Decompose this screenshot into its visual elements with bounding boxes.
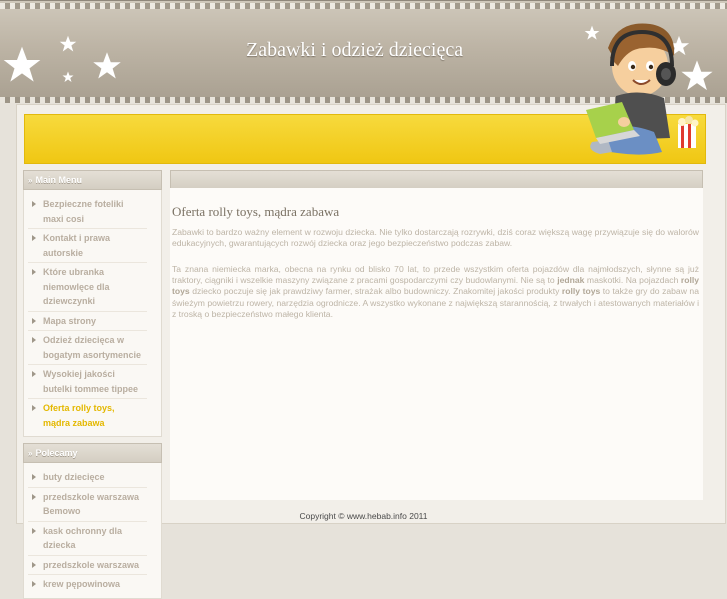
copyright: Copyright © www.hebab.info 2011	[299, 511, 428, 521]
article-paragraph-1: Zabawki to bardzo ważny element w rozwoj…	[172, 227, 699, 249]
menu-item-kontakt[interactable]: Kontakt i prawa autorskie	[28, 229, 147, 263]
arrow-right-icon	[32, 527, 36, 534]
arrow-right-icon	[32, 561, 36, 568]
polecamy-header: » Polecamy	[23, 443, 162, 463]
menu-item-odziez[interactable]: Odzież dziecięca w bogatym asortymencie	[28, 331, 147, 365]
arrow-right-icon	[32, 474, 36, 480]
link-kask-ochronny[interactable]: kask ochronny dla dziecka	[28, 522, 147, 556]
link-buty-dzieciece[interactable]: buty dziecięce	[28, 468, 147, 488]
menu-item-mapa-strony[interactable]: Mapa strony	[28, 312, 147, 331]
star-icon	[92, 51, 122, 81]
menu-item-rolly-toys[interactable]: Oferta rolly toys, mądra zabawa	[28, 399, 147, 432]
arrow-right-icon	[32, 337, 36, 343]
main-menu-list: Bezpieczne foteliki maxi cosi Kontakt i …	[23, 190, 162, 437]
menu-item-butelki[interactable]: Wysokiej jakości butelki tommee tippee	[28, 365, 147, 399]
article-paragraph-2: Ta znana niemiecka marka, obecna na rynk…	[172, 264, 699, 319]
boy-with-laptop-mascot	[578, 18, 708, 163]
arrow-right-icon	[32, 405, 36, 411]
arrow-right-icon	[32, 201, 36, 207]
film-strip-top	[0, 3, 727, 9]
polecamy-title: Polecamy	[35, 448, 78, 458]
article-title: Oferta rolly toys, mądra zabawa	[172, 204, 340, 219]
double-arrow-icon: »	[28, 176, 33, 185]
article: Oferta rolly toys, mądra zabawa Zabawki …	[170, 188, 703, 500]
main-menu-box: » Main Menu Bezpieczne foteliki maxi cosi…	[23, 170, 162, 437]
arrow-right-icon	[32, 317, 36, 324]
arrow-right-icon	[32, 269, 36, 275]
link-krew-pepowinowa[interactable]: krew pępowinowa	[28, 575, 147, 594]
arrow-right-icon	[32, 493, 36, 500]
star-icon	[62, 71, 74, 83]
polecamy-list: buty dziecięce przedszkole warszawa Bemo…	[23, 463, 162, 599]
double-arrow-icon: »	[28, 449, 33, 458]
main-menu-title: Main Menu	[35, 175, 82, 185]
sidebar: » Main Menu Bezpieczne foteliki maxi cosi…	[23, 170, 162, 599]
star-icon	[59, 35, 77, 53]
rolly-toys-link[interactable]: rolly toys	[562, 286, 600, 296]
menu-item-foteliki[interactable]: Bezpieczne foteliki maxi cosi	[28, 195, 147, 229]
link-przedszkole-warszawa[interactable]: przedszkole warszawa	[28, 556, 147, 575]
arrow-right-icon	[32, 581, 36, 587]
arrow-right-icon	[32, 235, 36, 241]
star-icon	[2, 45, 42, 85]
site-title: Zabawki i odzież dziecięca	[246, 39, 464, 61]
main-menu-header: » Main Menu	[23, 170, 162, 190]
menu-item-ubranka[interactable]: Które ubranka niemowlęce dla dziewczynki	[28, 263, 147, 312]
content-header-bar	[170, 170, 703, 190]
arrow-right-icon	[32, 371, 36, 377]
